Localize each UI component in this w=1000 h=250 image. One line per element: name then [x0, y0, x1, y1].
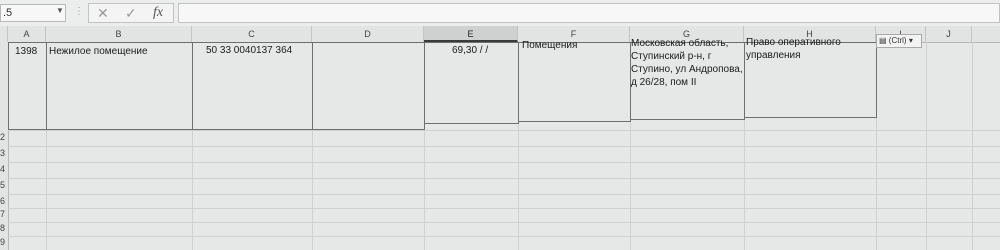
cell-grid[interactable]: 1398 Нежилое помещение 50 33 0040137 364…: [8, 37, 1000, 250]
row-header-2[interactable]: 2: [0, 132, 5, 142]
formula-bar: .5 ▼ ⋮ ✕ ✓ fx: [0, 0, 1000, 27]
row-header-3[interactable]: 3: [0, 148, 5, 158]
grid-line: [8, 222, 1000, 223]
grip-icon: ⋮: [74, 6, 84, 17]
grid-line: [8, 178, 1000, 179]
grid-line: [8, 130, 1000, 131]
row-header-7[interactable]: 7: [0, 209, 5, 219]
cell-d1[interactable]: [312, 42, 425, 130]
column-header-c[interactable]: C: [192, 26, 312, 42]
row-header-8[interactable]: 8: [0, 223, 5, 233]
row-header-5[interactable]: 5: [0, 180, 5, 190]
paste-options-label: (Ctrl): [888, 36, 907, 45]
name-box-value: .5: [3, 7, 13, 19]
grid-line: [8, 236, 1000, 237]
column-header-b[interactable]: B: [46, 26, 192, 42]
cell-a1-value: 1398: [15, 46, 38, 57]
cell-b1-value: Нежилое помещение: [49, 46, 148, 57]
formula-buttons: ✕ ✓ fx: [88, 3, 174, 23]
cell-h1-value: Право оперативного управления: [746, 37, 841, 61]
insert-function-button[interactable]: fx: [153, 5, 163, 21]
column-header-d[interactable]: D: [312, 26, 424, 42]
name-box-dropdown-icon[interactable]: ▼: [56, 6, 64, 15]
row-header-6[interactable]: 6: [0, 196, 5, 206]
grid-line: [8, 194, 1000, 195]
select-all-corner[interactable]: [0, 26, 8, 42]
paste-options-button[interactable]: ▤ (Ctrl) ▾: [876, 34, 922, 48]
row-header-9[interactable]: 9: [0, 237, 5, 247]
column-header-k[interactable]: [972, 26, 1000, 42]
column-header-e[interactable]: E: [424, 26, 518, 42]
chevron-down-icon: ▾: [908, 36, 913, 45]
grid-line: [8, 146, 1000, 147]
clipboard-icon: ▤: [879, 36, 887, 45]
column-header-j[interactable]: J: [926, 26, 972, 42]
cell-e1-value: 69,30 / /: [452, 45, 489, 56]
grid-line: [8, 162, 1000, 163]
enter-icon[interactable]: ✓: [125, 5, 137, 21]
grid-line: [8, 208, 1000, 209]
row-header-4[interactable]: 4: [0, 164, 5, 174]
cell-c1-value: 50 33 0040137 364: [206, 45, 293, 56]
cell-f1-value: Помещения: [522, 40, 578, 51]
cell-g1-value: Московская область, Ступинский р-н, г Ст…: [631, 38, 743, 88]
formula-input[interactable]: [178, 3, 1000, 23]
column-header-a[interactable]: A: [8, 26, 46, 42]
cell-f1[interactable]: [518, 42, 631, 122]
cancel-icon[interactable]: ✕: [97, 5, 109, 21]
